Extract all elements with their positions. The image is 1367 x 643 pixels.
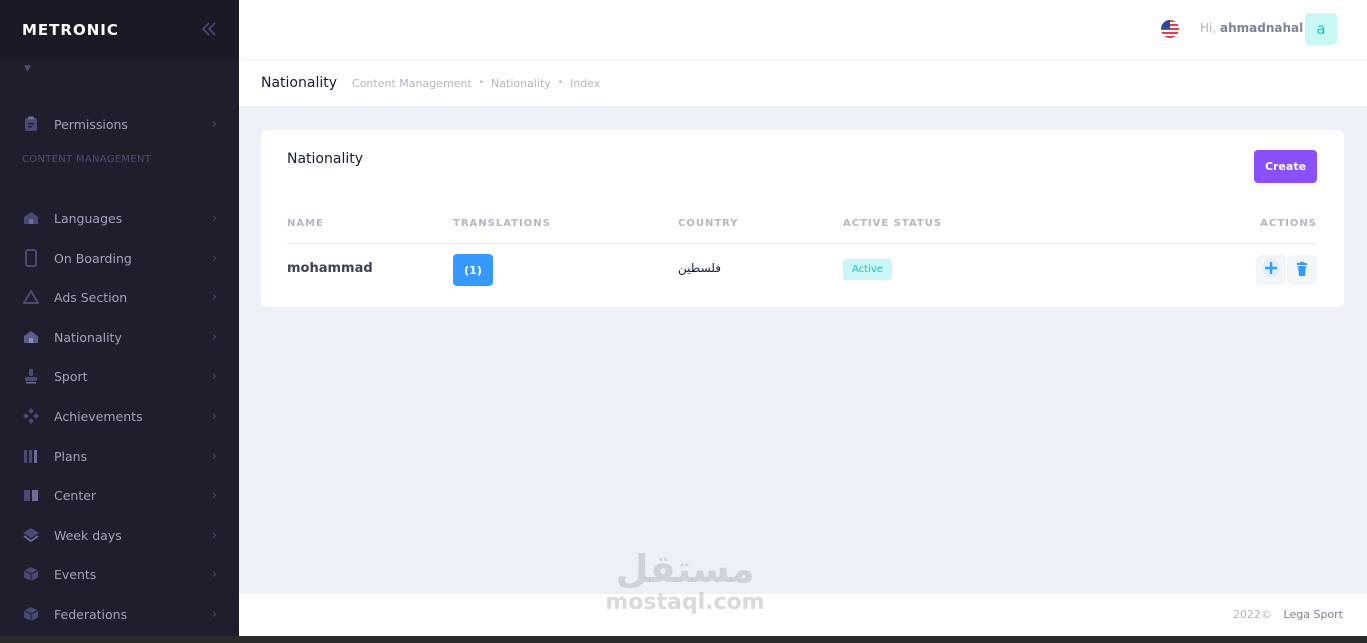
chevron-right-icon: › xyxy=(211,289,217,305)
us-flag-icon[interactable] xyxy=(1161,20,1179,38)
sidebar-item-label: Week days xyxy=(54,527,122,543)
watermark: مستقل mostaql.com xyxy=(600,548,770,616)
sidebar-item-achievements[interactable]: Achievements › xyxy=(0,396,239,436)
chevron-right-icon: › xyxy=(211,116,217,132)
breadcrumb-separator: • xyxy=(557,78,564,88)
sidebar-item-label: Permissions xyxy=(54,116,128,132)
top-header: Hi, ahmadnahal a xyxy=(239,0,1367,60)
breadcrumb-item[interactable]: Index xyxy=(570,77,600,90)
sidebar-item-nationality[interactable]: Nationality › xyxy=(0,317,239,357)
footer-company[interactable]: Lega Sport xyxy=(1284,608,1343,621)
book-icon xyxy=(22,486,40,504)
sidebar-item-on-boarding[interactable]: On Boarding › xyxy=(0,238,239,278)
breadcrumb-separator: • xyxy=(478,78,485,88)
sidebar-item-label: Events xyxy=(54,566,97,582)
page-title: Nationality xyxy=(261,75,338,91)
trash-icon xyxy=(1296,261,1308,280)
column-header-actions: ACTIONS xyxy=(1260,218,1317,229)
diamond-dots-icon xyxy=(22,407,40,425)
user-greeting[interactable]: Hi, ahmadnahal xyxy=(1200,21,1303,35)
cell-country: فلسطين xyxy=(678,261,722,275)
table-divider xyxy=(287,243,1317,244)
house-icon xyxy=(22,328,40,346)
sidebar-item-label: Ads Section xyxy=(54,289,128,305)
triangle-icon xyxy=(22,288,40,306)
sidebar: METRONIC ▼ Permissions › CONTENT MANAGEM… xyxy=(0,0,239,643)
watermark-arabic: مستقل xyxy=(615,547,755,591)
watermark-latin: mostaql.com xyxy=(605,590,765,615)
column-header-translations[interactable]: TRANSLATIONS xyxy=(453,218,551,229)
footer-year: 2022© xyxy=(1233,608,1273,621)
stamp-icon xyxy=(22,367,40,385)
sidebar-item-label: Plans xyxy=(54,448,88,464)
cube-icon xyxy=(22,565,40,583)
sidebar-item-label: Languages xyxy=(54,210,123,226)
status-badge: Active xyxy=(843,259,892,280)
home-icon xyxy=(22,209,40,227)
layers-icon xyxy=(22,526,40,544)
sidebar-item-label: Nationality xyxy=(54,329,122,345)
translations-button[interactable]: (1) xyxy=(453,254,493,286)
sidebar-item-label: On Boarding xyxy=(54,250,132,266)
sidebar-item-sport[interactable]: Sport › xyxy=(0,356,239,396)
chevron-right-icon: › xyxy=(211,368,217,384)
sidebar-item-ads-section[interactable]: Ads Section › xyxy=(0,277,239,317)
brand-logo[interactable]: METRONIC xyxy=(22,21,119,39)
brand-bar: METRONIC xyxy=(0,0,239,60)
chevron-right-icon: › xyxy=(211,566,217,582)
sidebar-item-plans[interactable]: Plans › xyxy=(0,436,239,476)
breadcrumb-item[interactable]: Content Management xyxy=(352,77,472,90)
chevron-right-icon: › xyxy=(211,250,217,266)
username: ahmadnahal xyxy=(1220,21,1304,35)
card-title: Nationality xyxy=(287,151,364,167)
chevron-right-icon: › xyxy=(211,487,217,503)
chevron-down-icon: ▼ xyxy=(24,64,31,74)
sidebar-item-events[interactable]: Events › xyxy=(0,554,239,594)
sidebar-item-label: Achievements xyxy=(54,408,143,424)
section-title: CONTENT MANAGEMENT xyxy=(22,154,152,165)
avatar[interactable]: a xyxy=(1305,13,1337,45)
sidebar-item-languages[interactable]: Languages › xyxy=(0,198,239,238)
sidebar-item-label: Federations xyxy=(54,606,128,622)
phone-icon xyxy=(22,249,40,267)
chevrons-left-icon[interactable] xyxy=(201,20,217,41)
clipboard-icon xyxy=(22,115,40,133)
subheader: Nationality Content Management • Nationa… xyxy=(239,60,1367,106)
sidebar-item-label: Sport xyxy=(54,368,88,384)
column-header-name[interactable]: NAME xyxy=(287,218,324,229)
sidebar-item-federations[interactable]: Federations › xyxy=(0,594,239,634)
footer-text: 2022© Lega Sport xyxy=(1233,608,1343,621)
chevron-right-icon: › xyxy=(211,408,217,424)
breadcrumb-item[interactable]: Nationality xyxy=(491,77,551,90)
sidebar-item-week-days[interactable]: Week days › xyxy=(0,515,239,555)
bars-icon xyxy=(22,447,40,465)
delete-button[interactable] xyxy=(1287,255,1317,285)
sidebar-item-label: Center xyxy=(54,487,97,503)
taskbar xyxy=(0,636,1367,643)
greeting-text: Hi, xyxy=(1200,21,1217,35)
cube-icon xyxy=(22,605,40,623)
column-header-active-status[interactable]: ACTIVE STATUS xyxy=(843,218,942,229)
chevron-right-icon: › xyxy=(211,329,217,345)
nationality-card: Nationality Create NAME TRANSLATIONS COU… xyxy=(261,130,1344,307)
breadcrumb: Content Management • Nationality • Index xyxy=(352,77,600,90)
chevron-right-icon: › xyxy=(211,448,217,464)
chevron-right-icon: › xyxy=(211,527,217,543)
sidebar-item-permissions[interactable]: Permissions › xyxy=(0,104,239,144)
sidebar-item-center[interactable]: Center › xyxy=(0,475,239,515)
cell-name: mohammad xyxy=(287,261,373,276)
plus-icon xyxy=(1261,258,1281,282)
add-button[interactable] xyxy=(1256,255,1286,285)
column-header-country[interactable]: COUNTRY xyxy=(678,218,739,229)
chevron-right-icon: › xyxy=(211,606,217,622)
chevron-right-icon: › xyxy=(211,210,217,226)
create-button[interactable]: Create xyxy=(1254,150,1317,183)
